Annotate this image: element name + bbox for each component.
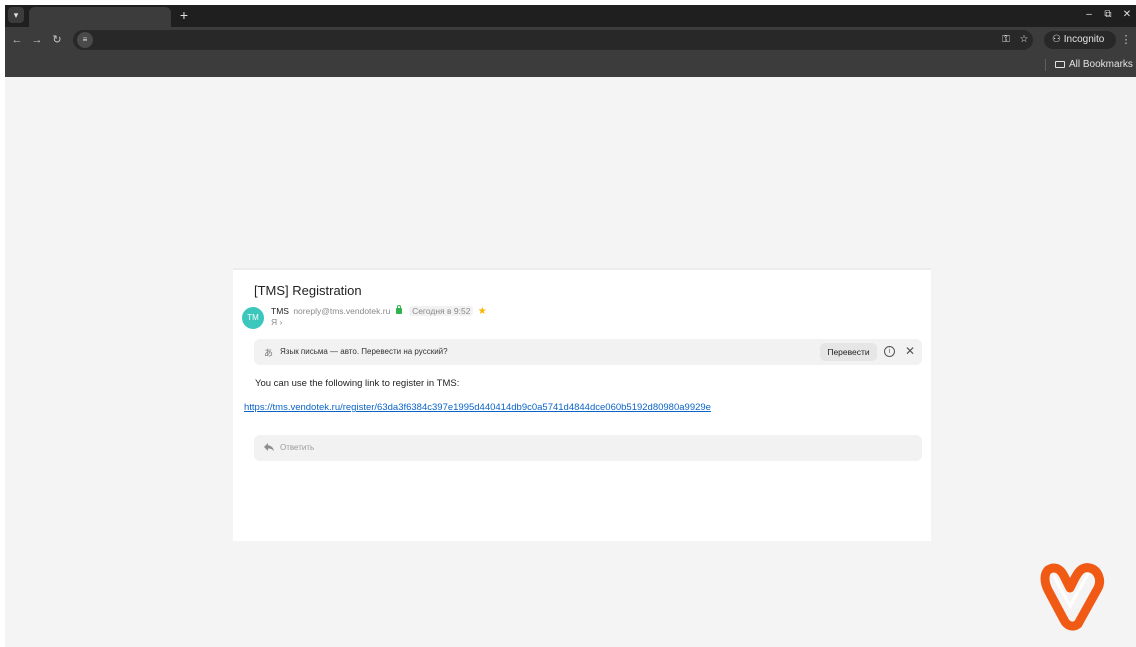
all-bookmarks-label: All Bookmarks: [1069, 59, 1133, 70]
tab-strip: ▾ + – ⧉ ✕: [5, 5, 1136, 27]
browser-menu-icon[interactable]: ⋮: [1120, 32, 1132, 48]
email-subject: [TMS] Registration: [254, 283, 362, 298]
sender-avatar[interactable]: TM: [242, 307, 264, 329]
translate-button[interactable]: Перевести: [820, 343, 877, 361]
reply-icon: [264, 443, 274, 452]
incognito-indicator[interactable]: ⚇ Incognito: [1044, 31, 1116, 49]
translate-prompt: Язык письма — авто. Перевести на русский…: [280, 347, 448, 356]
close-window-button[interactable]: ✕: [1120, 8, 1134, 22]
email-body-text: You can use the following link to regist…: [255, 378, 460, 389]
password-key-icon[interactable]: ⚿: [999, 32, 1013, 48]
recipient-toggle[interactable]: Я ›: [271, 317, 282, 327]
minimize-button[interactable]: –: [1082, 8, 1096, 22]
incognito-icon: ⚇: [1052, 34, 1064, 45]
sender-name[interactable]: TMS: [271, 306, 289, 316]
registration-link[interactable]: https://tms.vendotek.ru/register/63da3f6…: [244, 402, 711, 413]
address-bar[interactable]: ≡ ⚿ ☆: [73, 30, 1033, 50]
incognito-label: Incognito: [1063, 34, 1105, 45]
email-message-card: [TMS] Registration TM TMS noreply@tms.ve…: [233, 268, 931, 541]
forward-button[interactable]: →: [30, 32, 44, 48]
page-viewport: [TMS] Registration TM TMS noreply@tms.ve…: [5, 77, 1136, 647]
vendotek-logo-icon: [1040, 563, 1105, 631]
bookmarks-divider: [1045, 59, 1046, 71]
restore-button[interactable]: ⧉: [1101, 8, 1115, 22]
site-settings-icon[interactable]: ≡: [77, 32, 93, 48]
sender-email[interactable]: noreply@tms.vendotek.ru: [293, 306, 390, 316]
browser-tab-active[interactable]: [29, 7, 171, 27]
all-bookmarks-button[interactable]: All Bookmarks: [1055, 57, 1133, 73]
reload-button[interactable]: ↻: [50, 32, 64, 48]
browser-toolbar: ← → ↻ ≡ ⚿ ☆ ⚇ Incognito ⋮: [5, 27, 1136, 53]
info-icon[interactable]: i: [884, 346, 895, 357]
reply-box[interactable]: Ответить: [254, 435, 922, 461]
email-date: Сегодня в 9:52: [409, 306, 474, 316]
sender-row: TMS noreply@tms.vendotek.ru Сегодня в 9:…: [271, 305, 487, 317]
folder-icon: [1055, 61, 1065, 68]
verified-lock-icon: [395, 305, 402, 314]
new-tab-button[interactable]: +: [175, 6, 193, 24]
star-icon[interactable]: ★: [478, 306, 487, 317]
bookmark-star-icon[interactable]: ☆: [1017, 32, 1031, 48]
translate-icon: あ: [264, 348, 274, 358]
close-icon[interactable]: ✕: [904, 344, 916, 358]
translate-bar: あ Язык письма — авто. Перевести на русск…: [254, 339, 922, 365]
tab-search-chevron-down-icon[interactable]: ▾: [8, 7, 24, 23]
back-button[interactable]: ←: [10, 32, 24, 48]
reply-label: Ответить: [280, 443, 315, 452]
bookmarks-bar: All Bookmarks: [5, 53, 1136, 77]
